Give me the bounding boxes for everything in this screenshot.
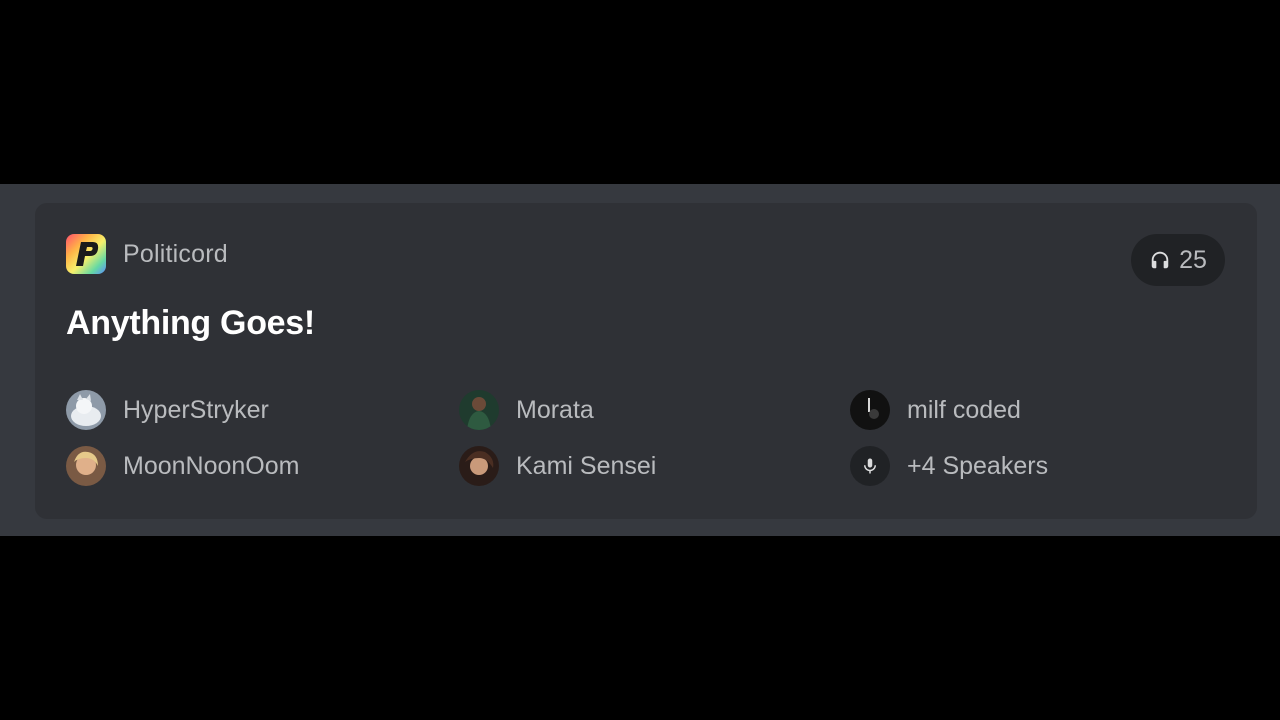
mic-badge bbox=[850, 446, 890, 486]
avatar bbox=[66, 446, 106, 486]
participant-item[interactable]: MoonNoonOom bbox=[66, 446, 299, 486]
participant-name: Kami Sensei bbox=[516, 451, 657, 480]
participant-item[interactable]: HyperStryker bbox=[66, 390, 269, 430]
avatar bbox=[850, 390, 890, 430]
listener-count-pill: 25 bbox=[1131, 234, 1225, 286]
headphones-icon bbox=[1151, 251, 1169, 269]
participant-item[interactable]: milf coded bbox=[850, 390, 1021, 430]
avatar bbox=[66, 390, 106, 430]
guild-header: Politicord bbox=[66, 234, 228, 274]
more-speakers-item[interactable]: +4 Speakers bbox=[850, 446, 1048, 486]
stage-card[interactable]: Politicord 25 Anything Goes! HyperStryke… bbox=[35, 203, 1257, 519]
participant-item[interactable]: Kami Sensei bbox=[459, 446, 656, 486]
participant-name: Morata bbox=[516, 395, 594, 424]
avatar bbox=[459, 446, 499, 486]
avatar bbox=[459, 390, 499, 430]
microphone-icon bbox=[864, 458, 876, 474]
guild-logo-icon bbox=[66, 234, 106, 274]
participant-name: milf coded bbox=[907, 395, 1021, 424]
participant-item[interactable]: Morata bbox=[459, 390, 594, 430]
listener-count: 25 bbox=[1179, 245, 1207, 274]
participant-name: HyperStryker bbox=[123, 395, 269, 424]
stage-discovery-band: Politicord 25 Anything Goes! HyperStryke… bbox=[0, 184, 1280, 536]
more-speakers-label: +4 Speakers bbox=[907, 451, 1049, 480]
stage-title: Anything Goes! bbox=[66, 304, 315, 342]
participant-grid: HyperStryker Morata milf coded MoonNoonO… bbox=[66, 390, 1226, 490]
guild-name: Politicord bbox=[123, 239, 228, 268]
participant-name: MoonNoonOom bbox=[123, 451, 300, 480]
